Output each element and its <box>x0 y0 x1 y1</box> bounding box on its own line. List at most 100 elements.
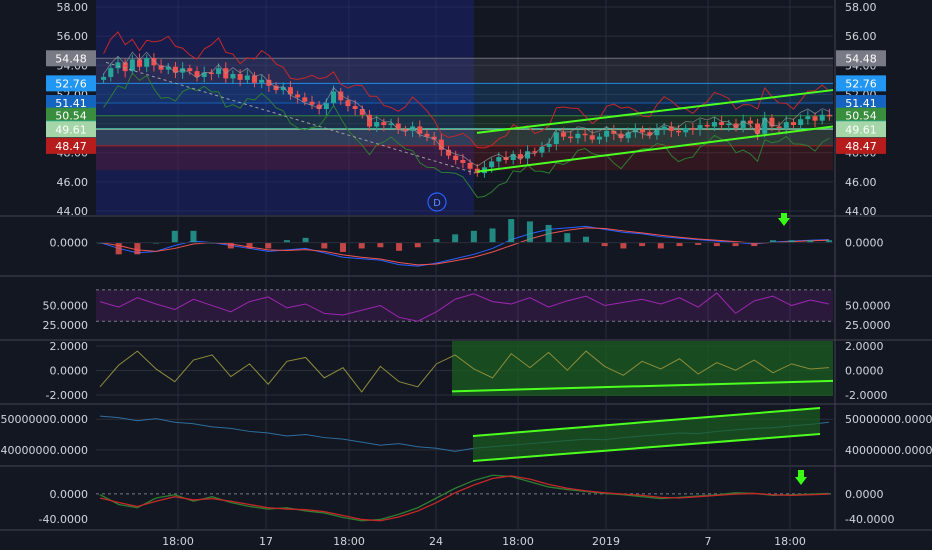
histogram-bar <box>751 242 758 247</box>
price-badge-left-label: 49.61 <box>55 123 87 136</box>
histogram-bar <box>302 237 309 243</box>
highlight-zone <box>452 341 833 396</box>
y-tick-label-right: 56.00 <box>845 30 877 43</box>
candle-body <box>187 68 193 72</box>
osc-tick-right: -2.0000 <box>845 389 887 402</box>
candle-body <box>812 116 818 121</box>
price-badge-left-label: 54.48 <box>55 52 87 65</box>
candle-body <box>726 123 732 126</box>
vol-tick-right: 40000000.0000 <box>845 444 932 457</box>
histogram-bar <box>321 242 328 249</box>
candle-body <box>489 161 495 168</box>
candle-body <box>323 103 329 109</box>
rsi-tick-left: 25.0000 <box>43 319 89 332</box>
histogram-bar <box>340 242 346 252</box>
candle-body <box>582 133 588 136</box>
candle-body <box>604 130 610 137</box>
histogram-bar <box>190 230 197 243</box>
osc-tick-left: 0.0000 <box>50 365 89 378</box>
candle-body <box>230 74 236 79</box>
x-axis-label: 24 <box>429 535 443 548</box>
candle-body <box>359 109 365 115</box>
x-axis-label: 18:00 <box>502 535 534 548</box>
histogram-bar <box>657 242 664 249</box>
candle-body <box>546 143 552 147</box>
candle-body <box>589 135 595 140</box>
candle-body <box>747 120 753 124</box>
candle-body <box>395 123 401 130</box>
histogram-bar <box>620 242 627 249</box>
y-tick-label-left: 46.00 <box>57 176 89 189</box>
histogram-bar <box>358 242 365 249</box>
histogram-bar <box>676 242 683 247</box>
candle-body <box>661 126 667 130</box>
price-badge-right-label: 49.61 <box>845 123 877 136</box>
y-tick-label-left: 44.00 <box>57 205 89 218</box>
macd-tick-right: 0.0000 <box>845 237 884 250</box>
candle-body <box>819 114 825 121</box>
price-badge-left-label: 52.76 <box>55 77 87 90</box>
candle-body <box>201 72 207 77</box>
candle-body <box>331 91 337 104</box>
candle-body <box>251 75 258 83</box>
candle-body <box>460 160 466 163</box>
price-badge-right-label: 54.48 <box>845 52 877 65</box>
rsi-tick-right: 25.0000 <box>845 319 891 332</box>
candle-body <box>640 129 646 133</box>
candle-body <box>776 126 782 128</box>
histogram-bar <box>564 233 571 243</box>
candle-body <box>560 132 567 137</box>
mom-tick-right: -40.0000 <box>845 513 894 526</box>
candle-body <box>675 130 682 133</box>
down-arrow-icon-stem <box>781 213 787 219</box>
histogram-bar <box>265 242 272 249</box>
candle-body <box>826 114 832 117</box>
candle-body <box>345 100 351 107</box>
histogram-bar <box>713 242 720 247</box>
histogram-bar <box>115 242 122 255</box>
price-badge-right-label: 52.76 <box>845 77 877 90</box>
candle-body <box>446 149 452 156</box>
candle-body <box>417 126 423 134</box>
y-tick-label-right: 58.00 <box>845 1 877 14</box>
candle-body <box>101 76 107 80</box>
x-axis-label: 2019 <box>592 535 620 548</box>
candle-body <box>697 125 703 130</box>
vol-tick-right: 50000000.0000 <box>845 413 932 426</box>
candle-body <box>790 122 796 126</box>
candle-body <box>216 68 222 75</box>
candle-body <box>683 127 689 133</box>
osc-tick-left: 2.0000 <box>50 340 89 353</box>
x-axis-label: 18:00 <box>774 535 806 548</box>
fib-band <box>96 145 833 171</box>
histogram-bar <box>246 242 253 249</box>
y-tick-label-right: 46.00 <box>845 176 877 189</box>
candle-body <box>704 125 710 127</box>
histogram-bar <box>452 234 459 243</box>
candle-body <box>690 127 696 130</box>
price-badge-left-label: 48.47 <box>55 140 87 153</box>
candle-body <box>719 122 725 126</box>
candle-body <box>244 75 250 80</box>
rsi-tick-left: 50.0000 <box>43 300 89 313</box>
candle-body <box>295 94 301 98</box>
candle-body <box>596 136 602 140</box>
candle-body <box>144 58 150 67</box>
x-axis-label: 18:00 <box>333 535 365 548</box>
rsi-pane <box>96 289 833 322</box>
histogram-bar <box>732 242 739 247</box>
histogram-bar <box>171 230 178 243</box>
histogram-bar <box>601 242 608 247</box>
macd-tick-left: 0.0000 <box>50 237 89 250</box>
candle-body <box>711 122 717 127</box>
candle-body <box>309 101 315 105</box>
osc-tick-left: -2.0000 <box>46 389 88 402</box>
osc-tick-right: 2.0000 <box>845 340 884 353</box>
x-axis-label: 18:00 <box>162 535 194 548</box>
rsi-tick-right: 50.0000 <box>845 300 891 313</box>
x-axis-label: 17 <box>259 535 273 548</box>
candle-body <box>496 157 502 162</box>
candle-body <box>137 59 143 67</box>
histogram-bar <box>508 219 515 243</box>
histogram-bar <box>414 242 421 248</box>
